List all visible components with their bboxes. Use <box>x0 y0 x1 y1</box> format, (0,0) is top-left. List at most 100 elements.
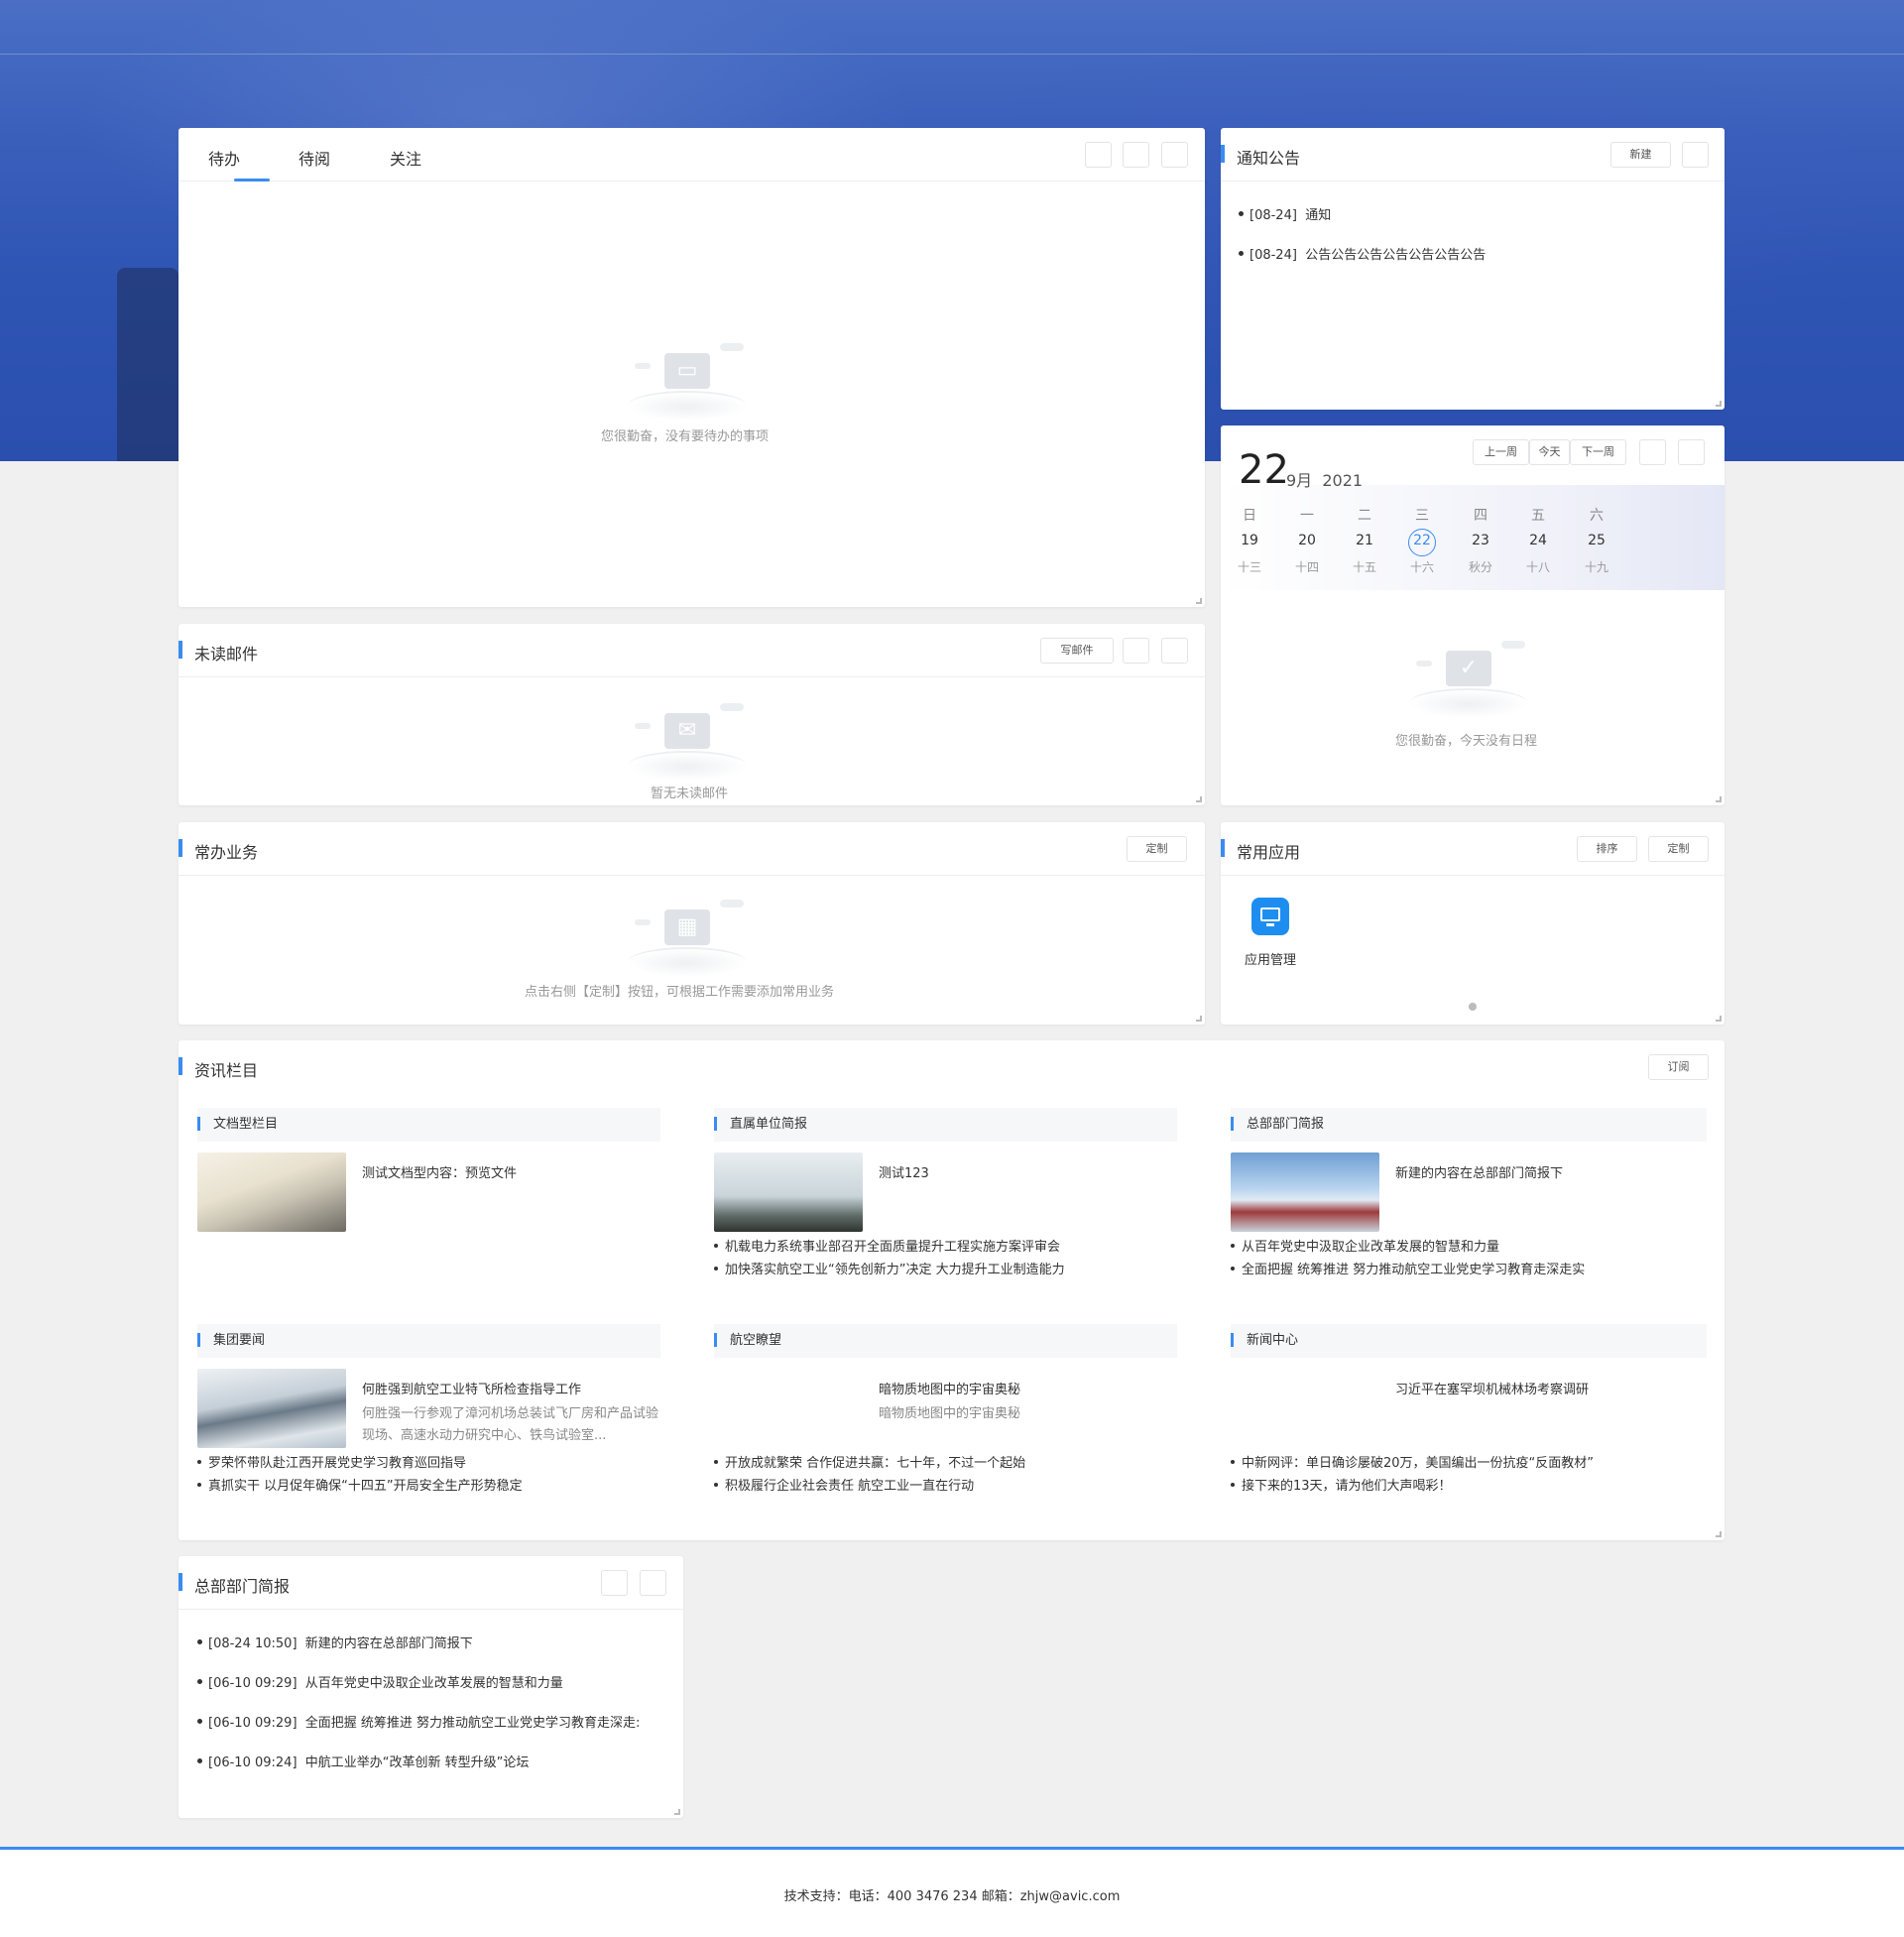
news-column-header[interactable]: 总部部门简报 <box>1231 1108 1707 1142</box>
news-list-item[interactable]: 积极履行企业社会责任 航空工业一直在行动 <box>714 1475 974 1494</box>
news-column-header[interactable]: 新闻中心 <box>1231 1324 1707 1358</box>
custom-button[interactable]: 定制 <box>1127 836 1187 862</box>
calendar-date[interactable]: 20 <box>1282 533 1332 548</box>
resize-handle[interactable] <box>1196 1016 1202 1022</box>
app-tile-app-management[interactable]: 应用管理 <box>1239 898 1302 968</box>
apps-card: 常用应用 排序 定制 应用管理 <box>1220 822 1725 1025</box>
news-thumbnail[interactable] <box>714 1152 863 1232</box>
news-list-item[interactable]: 从百年党史中汲取企业改革发展的智慧和力量 <box>1231 1236 1499 1255</box>
active-tab-indicator <box>234 179 270 182</box>
brief-item[interactable]: [08-24 10:50] 新建的内容在总部部门简报下 <box>197 1633 473 1651</box>
news-headline[interactable]: 测试文档型内容：预览文件 <box>362 1162 517 1181</box>
news-thumbnail[interactable] <box>197 1369 346 1448</box>
tab-follow[interactable]: 关注 <box>390 146 421 170</box>
more-button[interactable] <box>1639 439 1666 465</box>
calendar-day: 22 <box>1239 447 1289 493</box>
todo-empty-text: 您很勤奋，没有要待办的事项 <box>601 429 770 444</box>
settings-button[interactable] <box>1678 439 1705 465</box>
empty-inbox-illustration: ▭ <box>613 341 762 421</box>
new-notice-button[interactable]: 新建 <box>1610 142 1671 168</box>
news-column-header[interactable]: 文档型栏目 <box>197 1108 660 1142</box>
weekday-label: 六 <box>1590 508 1604 524</box>
calendar-check-icon: ✓ <box>1446 651 1491 686</box>
news-list-item[interactable]: 机载电力系统事业部召开全面质量提升工程实施方案评审会 <box>714 1236 1060 1255</box>
calendar-date[interactable]: 25 <box>1572 533 1621 548</box>
news-list-item[interactable]: 罗荣怀带队赴江西开展党史学习教育巡回指导 <box>197 1452 466 1471</box>
news-headline[interactable]: 新建的内容在总部部门简报下 <box>1395 1162 1563 1181</box>
brief-card: 总部部门简报 [08-24 10:50] 新建的内容在总部部门简报下 [06-1… <box>178 1556 683 1818</box>
news-list-item[interactable]: 全面把握 统筹推进 努力推动航空工业党史学习教育走深走实 <box>1231 1259 1585 1277</box>
calendar-date[interactable]: 23 <box>1456 533 1505 548</box>
news-column-header[interactable]: 集团要闻 <box>197 1324 660 1358</box>
news-headline[interactable]: 暗物质地图中的宇宙奥秘 <box>879 1379 1020 1397</box>
news-list-item[interactable]: 开放成就繁荣 合作促进共赢：七十年，不过一个起始 <box>714 1452 1025 1471</box>
lunar-date: 十九 <box>1584 560 1608 574</box>
next-week-button[interactable]: 下一周 <box>1570 439 1626 465</box>
news-thumbnail[interactable] <box>1231 1152 1379 1232</box>
custom-button[interactable]: 定制 <box>1648 836 1709 862</box>
news-summary: 何胜强一行参观了漳河机场总装试飞厂房和产品试验现场、高速水动力研究中心、铁鸟试验… <box>362 1406 659 1443</box>
todo-tabs: 待办 待阅 关注 <box>178 128 1205 182</box>
news-thumbnail[interactable] <box>197 1152 346 1232</box>
resize-handle[interactable] <box>1196 598 1202 604</box>
calendar-month-year: 9月 2021 <box>1286 471 1364 490</box>
inbox-icon: ▭ <box>664 353 710 389</box>
settings-button[interactable] <box>1161 638 1188 664</box>
news-list-item[interactable]: 真抓实干 以月促年确保“十四五”开局安全生产形势稳定 <box>197 1475 523 1494</box>
today-button[interactable]: 今天 <box>1529 439 1570 465</box>
pagination-dot[interactable] <box>1469 1003 1477 1011</box>
news-list-item[interactable]: 加快落实航空工业“领先创新力”决定 大力提升工业制造能力 <box>714 1259 1065 1277</box>
refresh-button[interactable] <box>1123 142 1149 168</box>
news-headline[interactable]: 何胜强到航空工业特飞所检查指导工作 <box>362 1379 581 1397</box>
tab-to-read[interactable]: 待阅 <box>298 146 330 170</box>
weekday-label: 五 <box>1531 508 1545 524</box>
brief-item[interactable]: [06-10 09:29] 全面把握 统筹推进 努力推动航空工业党史学习教育走深… <box>197 1712 663 1731</box>
calendar-card: 22 9月 2021 上一周 今天 下一周 日 19 十三 一 20 十四 二 21 十五 三 22… <box>1221 425 1725 805</box>
more-button[interactable] <box>1682 142 1709 168</box>
resize-handle[interactable] <box>1716 1531 1722 1537</box>
calendar-date[interactable]: 24 <box>1513 533 1563 548</box>
resize-handle[interactable] <box>1716 401 1722 407</box>
empty-calendar-illustration: ✓ <box>1394 639 1543 718</box>
brief-item[interactable]: [06-10 09:29] 从百年党史中汲取企业改革发展的智慧和力量 <box>197 1672 563 1691</box>
resize-handle[interactable] <box>674 1809 680 1815</box>
envelope-icon: ✉ <box>664 713 710 749</box>
news-list-item[interactable]: 中新网评：单日确诊屡破20万，美国编出一份抗疫“反面教材” <box>1231 1452 1594 1471</box>
news-headline[interactable]: 测试123 <box>879 1162 929 1181</box>
write-mail-button[interactable]: 写邮件 <box>1040 638 1114 664</box>
notice-item[interactable]: [08-24] 通知 <box>1239 204 1331 223</box>
business-title: 常办业务 <box>178 839 258 863</box>
news-headline[interactable]: 习近平在塞罕坝机械林场考察调研 <box>1395 1379 1589 1397</box>
prev-week-button[interactable]: 上一周 <box>1473 439 1529 465</box>
more-button[interactable] <box>601 1570 628 1596</box>
more-button[interactable] <box>1123 638 1149 664</box>
settings-button[interactable] <box>1161 142 1188 168</box>
news-column-header[interactable]: 直属单位简报 <box>714 1108 1177 1142</box>
news-column-header[interactable]: 航空瞭望 <box>714 1324 1177 1358</box>
brief-title: 总部部门简报 <box>178 1573 290 1597</box>
news-card: 资讯栏目 订阅 文档型栏目 测试文档型内容：预览文件 直属单位简报 测试123 机载电力… <box>178 1040 1725 1540</box>
lunar-date: 十六 <box>1409 560 1434 574</box>
lunar-date: 十八 <box>1525 560 1550 574</box>
calendar-date[interactable]: 22 <box>1397 533 1447 548</box>
resize-handle[interactable] <box>1196 796 1202 802</box>
sort-button[interactable]: 排序 <box>1577 836 1637 862</box>
calendar-date[interactable]: 19 <box>1225 533 1274 548</box>
weekday-label: 一 <box>1300 508 1314 524</box>
resize-handle[interactable] <box>1716 1016 1722 1022</box>
brief-item[interactable]: [06-10 09:24] 中航工业举办“改革创新 转型升级”论坛 <box>197 1752 529 1770</box>
news-list-item[interactable]: 接下来的13天，请为他们大声喝彩！ <box>1231 1475 1452 1494</box>
more-button[interactable] <box>1085 142 1112 168</box>
resize-handle[interactable] <box>1716 796 1722 802</box>
subscribe-button[interactable]: 订阅 <box>1648 1054 1709 1080</box>
tab-todo[interactable]: 待办 <box>208 146 240 170</box>
grid-icon: ▦ <box>664 909 710 945</box>
business-empty-text: 点击右侧【定制】按钮，可根据工作需要添加常用业务 <box>525 985 835 1000</box>
notice-item[interactable]: [08-24] 公告公告公告公告公告公告公告 <box>1239 244 1486 263</box>
empty-mail-illustration: ✉ <box>613 701 762 781</box>
calendar-date[interactable]: 21 <box>1340 533 1389 548</box>
settings-button[interactable] <box>640 1570 666 1596</box>
mail-card: 未读邮件 写邮件 ✉ 暂无未读邮件 <box>178 624 1205 805</box>
weekday-label: 三 <box>1415 508 1429 524</box>
weekday-label: 四 <box>1474 508 1488 524</box>
